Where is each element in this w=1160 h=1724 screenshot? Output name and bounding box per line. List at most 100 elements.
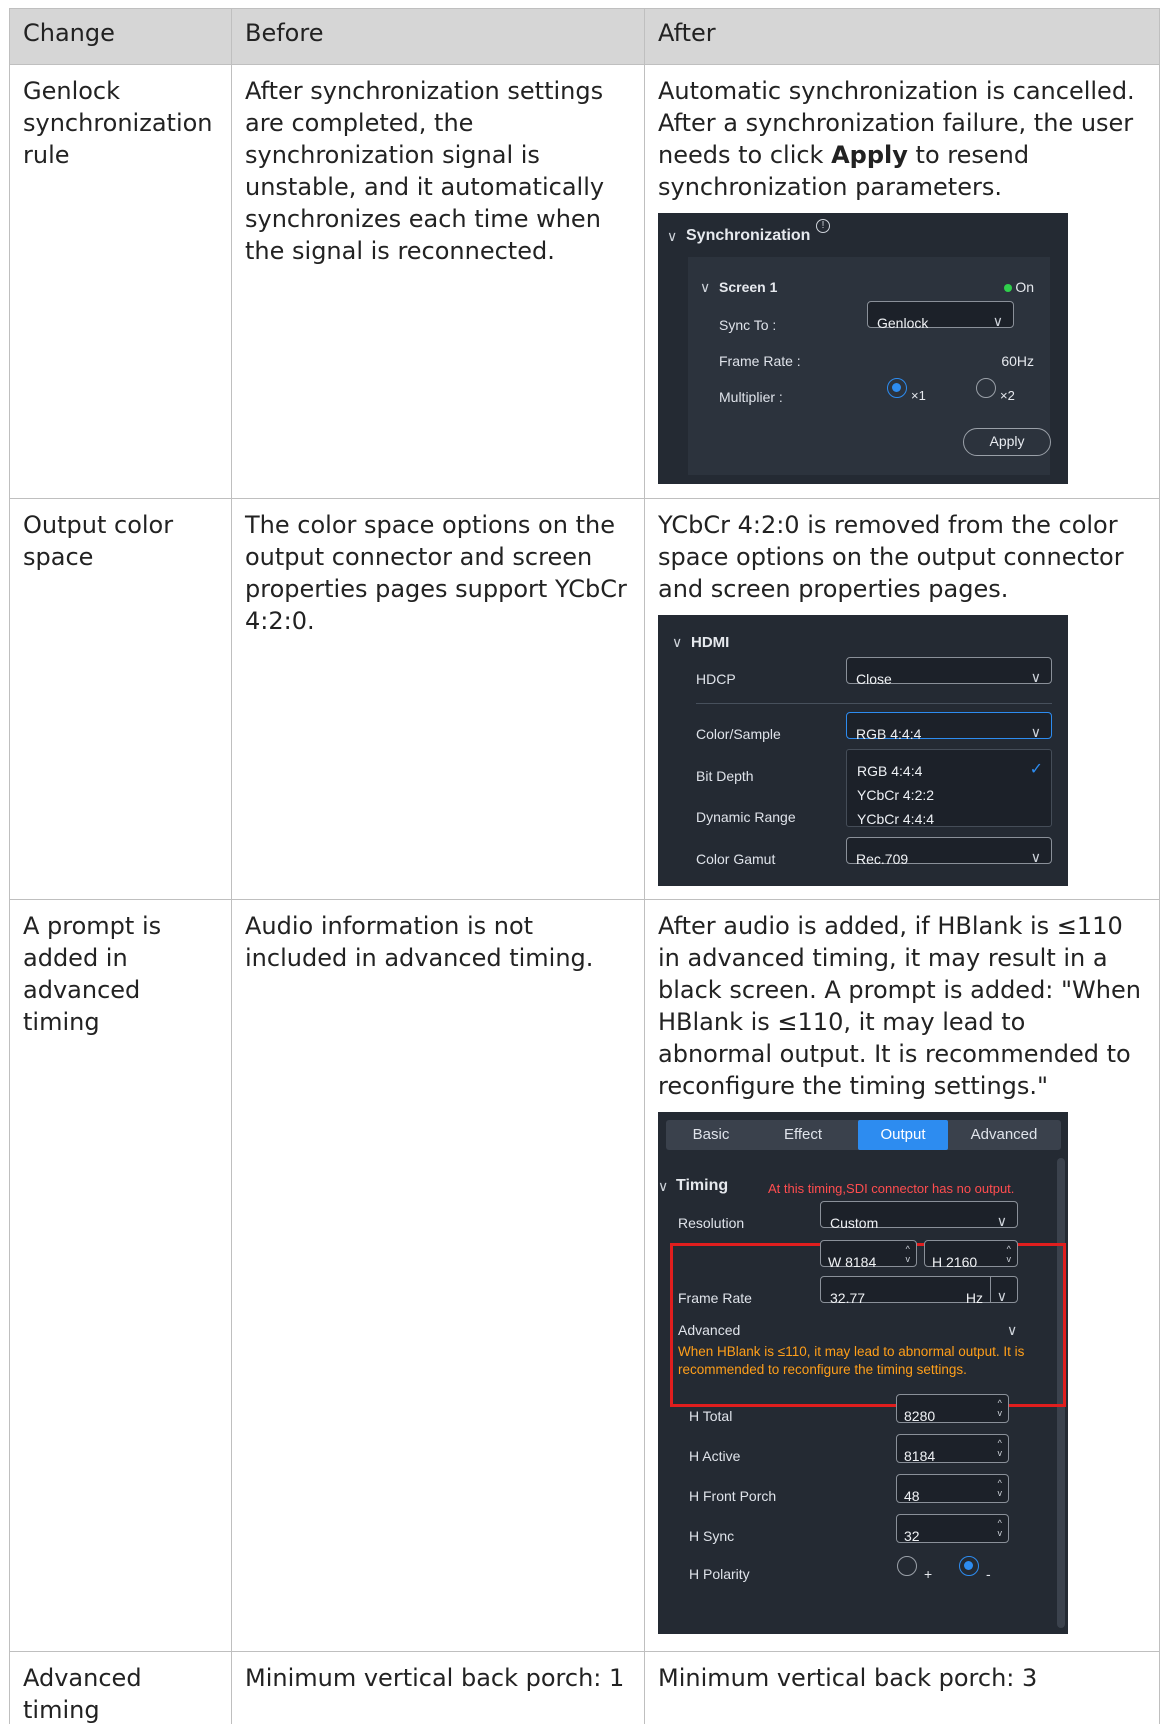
multiplier-x2-label: ×2	[1000, 388, 1015, 403]
advanced-label: Advanced	[678, 1322, 741, 1338]
status-badge: On	[1004, 271, 1034, 303]
frame-rate-label: Frame Rate	[678, 1290, 752, 1306]
color-gamut-label: Color Gamut	[696, 851, 776, 867]
h-active-input[interactable]: 8184 ^ v	[896, 1434, 1009, 1464]
tab-output[interactable]: Output	[858, 1120, 948, 1150]
color-sample-select[interactable]: RGB 4:4:4 ∨	[846, 712, 1052, 742]
chevron-down-icon[interactable]: ∨	[1007, 1314, 1017, 1346]
stepper-icon[interactable]: ^ v	[906, 1244, 911, 1264]
tab-bar: Basic Effect Output Advanced	[666, 1120, 1061, 1150]
change-cell: Output color space	[9, 498, 232, 900]
after-cell: Automatic synchronization is cancelled. …	[644, 64, 1160, 499]
bit-depth-label: Bit Depth	[696, 768, 754, 784]
section-title: HDMI	[691, 634, 730, 651]
apply-button[interactable]: Apply	[963, 428, 1051, 456]
change-table: Change Before After Genlock synchronizat…	[9, 8, 1160, 1724]
header-change: Change	[9, 8, 232, 65]
polarity-minus-radio[interactable]	[959, 1556, 979, 1576]
resolution-label: Resolution	[678, 1215, 745, 1231]
stepper-icon[interactable]: ^ v	[998, 1438, 1003, 1458]
h-polarity-label: H Polarity	[689, 1566, 750, 1582]
after-text: After audio is added, if HBlank is ≤110 …	[658, 912, 1141, 1100]
table-row: A prompt is added in advanced timing Aud…	[9, 899, 1160, 1652]
table-row: Genlock synchronization rule After synch…	[9, 64, 1160, 499]
height-input[interactable]: H 2160 ^ v	[924, 1240, 1018, 1270]
dynamic-range-label: Dynamic Range	[696, 809, 796, 825]
timing-screenshot: Basic Effect Output Advanced ∨ Timing At…	[658, 1112, 1068, 1634]
section-title: Synchronization	[686, 227, 811, 244]
table-row: Advanced timing Minimum vertical back po…	[9, 1651, 1160, 1724]
stepper-icon[interactable]: ^ v	[998, 1478, 1003, 1498]
check-icon: ✓	[1029, 761, 1043, 778]
header-before: Before	[231, 8, 645, 65]
chevron-down-icon: ∨	[1030, 849, 1041, 865]
info-icon: !	[816, 219, 830, 233]
synchronization-screenshot: ∨ Synchronization ! ∨ Screen 1 On Sync T…	[658, 213, 1068, 484]
sync-to-label: Sync To :	[719, 317, 777, 333]
color-sample-options: RGB 4:4:4 ✓ YCbCr 4:2:2 YCbCr 4:4:4	[846, 749, 1052, 827]
before-cell: Minimum vertical back porch: 1	[231, 1651, 645, 1724]
hdcp-label: HDCP	[696, 671, 736, 687]
h-front-porch-label: H Front Porch	[689, 1488, 777, 1504]
resolution-select[interactable]: Custom ∨	[820, 1201, 1018, 1231]
chevron-down-icon: ∨	[700, 279, 711, 295]
h-total-input[interactable]: 8280 ^ v	[896, 1394, 1009, 1424]
hdcp-select[interactable]: Close ∨	[846, 657, 1052, 687]
header-row: Change Before After	[9, 8, 1160, 65]
option-item[interactable]: YCbCr 4:4:4	[857, 803, 934, 835]
multiplier-label: Multiplier :	[719, 389, 783, 405]
chevron-down-icon: ∨	[658, 1178, 669, 1194]
section-title: Timing	[676, 1177, 729, 1194]
change-cell: Genlock synchronization rule	[9, 64, 232, 499]
change-cell: Advanced timing	[9, 1651, 232, 1724]
chevron-down-icon: ∨	[672, 634, 683, 650]
table-row: Output color space The color space optio…	[9, 498, 1160, 900]
color-sample-label: Color/Sample	[696, 726, 781, 742]
stepper-icon[interactable]: ^ v	[998, 1398, 1003, 1418]
multiplier-x1-label: ×1	[911, 388, 926, 403]
width-input[interactable]: W 8184 ^ v	[820, 1240, 917, 1270]
h-active-label: H Active	[689, 1448, 741, 1464]
stepper-icon[interactable]: ^ v	[1007, 1244, 1012, 1264]
chevron-down-icon: ∨	[992, 313, 1003, 329]
status-dot-icon	[1004, 284, 1013, 292]
hblank-prompt: When HBlank is ≤110, it may lead to abno…	[678, 1344, 1025, 1377]
divider	[990, 1277, 991, 1302]
chevron-down-icon: ∨	[996, 1213, 1007, 1229]
multiplier-x2-radio[interactable]	[976, 378, 996, 398]
multiplier-x1-radio[interactable]	[887, 378, 907, 398]
header-after: After	[644, 8, 1160, 65]
h-sync-input[interactable]: 32 ^ v	[896, 1514, 1009, 1544]
after-text: YCbCr 4:2:0 is removed from the color sp…	[658, 511, 1124, 603]
polarity-minus-label: -	[986, 1566, 991, 1582]
frame-rate-label: Frame Rate :	[719, 353, 801, 369]
polarity-plus-label: +	[924, 1566, 933, 1582]
hdmi-screenshot: ∨ HDMI HDCP Close ∨ Color/Sample RGB 4:4:…	[658, 615, 1068, 886]
divider	[696, 703, 1052, 704]
frame-rate-input[interactable]: 32.77 Hz ∨	[820, 1276, 1018, 1306]
before-cell: Audio information is not included in adv…	[231, 899, 645, 1652]
tab-basic[interactable]: Basic	[666, 1120, 756, 1150]
after-text: Automatic synchronization is cancelled. …	[658, 77, 1135, 201]
color-gamut-select[interactable]: Rec.709 ∨	[846, 837, 1052, 867]
after-cell: YCbCr 4:2:0 is removed from the color sp…	[644, 498, 1160, 900]
polarity-plus-radio[interactable]	[897, 1556, 917, 1576]
chevron-down-icon: ∨	[1030, 669, 1041, 685]
change-cell: A prompt is added in advanced timing	[9, 899, 232, 1652]
h-front-porch-input[interactable]: 48 ^ v	[896, 1474, 1009, 1504]
stepper-icon[interactable]: ^ v	[998, 1518, 1003, 1538]
h-total-label: H Total	[689, 1408, 733, 1424]
h-sync-label: H Sync	[689, 1528, 735, 1544]
after-cell: Minimum vertical back porch: 3	[644, 1651, 1160, 1724]
before-cell: After synchronization settings are compl…	[231, 64, 645, 499]
sync-to-select[interactable]: Genlock ∨	[867, 301, 1014, 331]
chevron-down-icon: ∨	[667, 228, 678, 244]
screen-name: Screen 1	[719, 279, 778, 295]
tab-advanced[interactable]: Advanced	[954, 1120, 1054, 1150]
before-cell: The color space options on the output co…	[231, 498, 645, 900]
chevron-down-icon: ∨	[1030, 724, 1041, 740]
tab-effect[interactable]: Effect	[758, 1120, 848, 1150]
apply-emphasis: Apply	[831, 141, 908, 169]
chevron-down-icon[interactable]: ∨	[997, 1280, 1007, 1312]
frame-rate-value: 60Hz	[1001, 353, 1034, 369]
